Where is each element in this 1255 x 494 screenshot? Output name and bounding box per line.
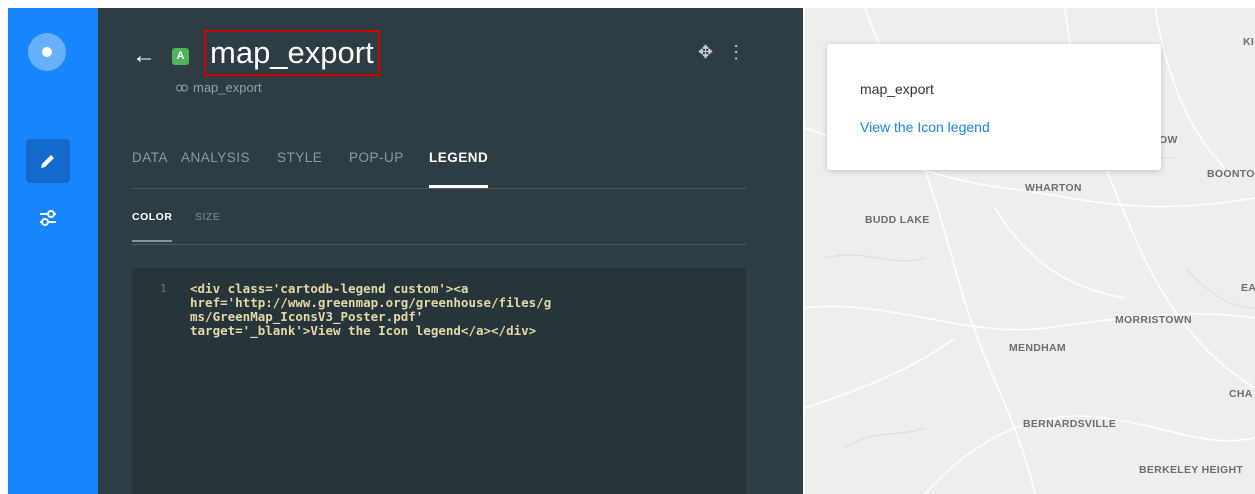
map-label-berkeley: BERKELEY HEIGHT xyxy=(1139,464,1244,476)
tab-analysis[interactable]: ANALYSIS xyxy=(181,150,250,165)
more-options-icon[interactable]: ⋮ xyxy=(727,42,745,63)
code-text[interactable]: <div class='cartodb-legend custom'><a hr… xyxy=(190,282,738,338)
legend-html-editor[interactable]: 1 <div class='cartodb-legend custom'><a … xyxy=(132,268,746,494)
map-label-ki: KI xyxy=(1243,36,1255,48)
map-label-cha: CHA xyxy=(1229,388,1253,400)
source-dataset-name: map_export xyxy=(193,80,262,95)
layer-title[interactable]: map_export xyxy=(204,30,380,76)
move-icon[interactable]: ✥ xyxy=(698,42,713,63)
source-dataset[interactable]: map_export xyxy=(176,80,262,95)
map-label-mendham: MENDHAM xyxy=(1009,342,1066,354)
legend-title: map_export xyxy=(860,81,934,97)
legend-preview-card: map_export View the Icon legend xyxy=(827,44,1161,170)
subtab-size[interactable]: SIZE xyxy=(195,211,220,223)
map-label-east: EAS xyxy=(1241,282,1255,294)
tab-data[interactable]: DATA xyxy=(132,150,168,165)
pencil-icon xyxy=(41,155,54,168)
layer-letter-badge: A xyxy=(172,48,189,65)
icon-legend-link[interactable]: View the Icon legend xyxy=(860,119,990,135)
map-label-wharton: WHARTON xyxy=(1025,182,1082,194)
map-label-budd-lake: BUDD LAKE xyxy=(865,214,930,226)
app-rail xyxy=(8,8,98,494)
tab-popup[interactable]: POP-UP xyxy=(349,150,404,165)
editor-tabs: DATA ANALYSIS STYLE POP-UP LEGEND xyxy=(132,150,746,189)
map-label-boonton: BOONTO xyxy=(1207,168,1255,180)
tab-style[interactable]: STYLE xyxy=(277,150,322,165)
edit-button[interactable] xyxy=(26,139,70,183)
map-view[interactable]: OW BOONTO WHARTON BUDD LAKE EAS MORRISTO… xyxy=(805,8,1255,494)
settings-sliders-button[interactable] xyxy=(30,200,66,236)
code-line-3: ms/GreenMap_IconsV3_Poster.pdf' xyxy=(190,309,424,324)
carto-logo-icon[interactable] xyxy=(28,33,66,71)
code-line-4: target='_blank'>View the Icon legend</a>… xyxy=(190,323,537,338)
map-label-ow: OW xyxy=(1159,134,1178,146)
link-icon xyxy=(176,80,188,95)
line-number: 1 xyxy=(160,282,167,295)
subtab-color[interactable]: COLOR xyxy=(132,211,173,242)
tab-legend[interactable]: LEGEND xyxy=(429,150,489,188)
back-arrow-icon[interactable]: ← xyxy=(132,44,156,68)
code-line-2: href='http://www.greenmap.org/greenhouse… xyxy=(190,295,552,310)
code-line-1: <div class='cartodb-legend custom'><a xyxy=(190,281,469,296)
map-label-bernardsville: BERNARDSVILLE xyxy=(1023,418,1117,430)
layer-editor-panel: ← A map_export map_export ✥ ⋮ DATA ANALY… xyxy=(98,8,803,494)
legend-subtabs: COLOR SIZE xyxy=(132,208,746,245)
map-label-morristown: MORRISTOWN xyxy=(1115,314,1192,326)
sliders-icon xyxy=(40,210,56,226)
